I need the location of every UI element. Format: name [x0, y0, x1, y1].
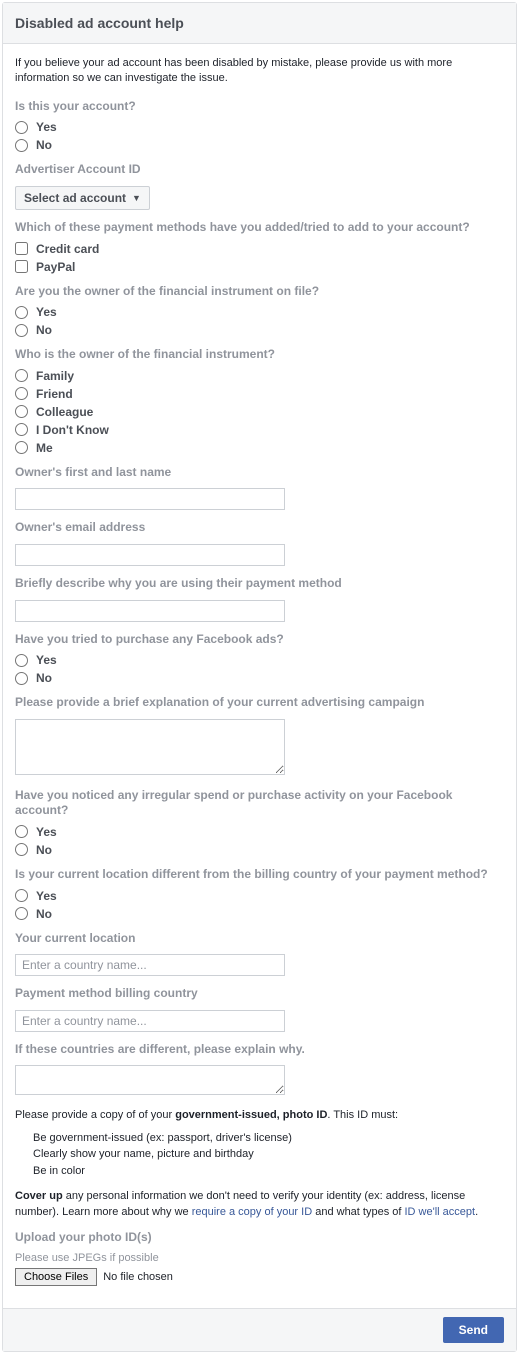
check-row: Credit card — [15, 242, 504, 256]
location-diff-no-radio[interactable] — [15, 907, 28, 920]
radio-row: Family — [15, 369, 504, 383]
is-your-account-no-radio[interactable] — [15, 139, 28, 152]
radio-row: No — [15, 671, 504, 685]
id-accept-link[interactable]: ID we'll accept — [405, 1206, 476, 1218]
who-owner-colleague-radio[interactable] — [15, 405, 28, 418]
card-footer: Send — [3, 1308, 516, 1351]
is-your-account-yes-radio[interactable] — [15, 121, 28, 134]
q-owner-email-label: Owner's email address — [15, 520, 504, 536]
billing-country-input[interactable] — [15, 1010, 285, 1032]
brief-why-input[interactable] — [15, 600, 285, 622]
caret-down-icon: ▼ — [132, 193, 141, 203]
q-advertiser-account-id-label: Advertiser Account ID — [15, 162, 504, 178]
option-label: PayPal — [36, 260, 75, 274]
list-item: Be government-issued (ex: passport, driv… — [33, 1130, 504, 1147]
upload-hint: Please use JPEGs if possible — [15, 1252, 504, 1264]
credit-card-checkbox[interactable] — [15, 242, 28, 255]
card-body: If you believe your ad account has been … — [3, 44, 516, 1308]
brief-campaign-textarea[interactable] — [15, 719, 285, 775]
radio-row: Yes — [15, 120, 504, 134]
who-owner-me-radio[interactable] — [15, 441, 28, 454]
q-owner-fi-label: Are you the owner of the financial instr… — [15, 284, 504, 300]
radio-row: Me — [15, 441, 504, 455]
owner-name-input[interactable] — [15, 488, 285, 510]
card-header: Disabled ad account help — [3, 3, 516, 44]
intro-text: If you believe your ad account has been … — [15, 56, 504, 87]
option-label: Yes — [36, 889, 57, 903]
option-label: No — [36, 323, 52, 337]
radio-row: No — [15, 138, 504, 152]
option-label: No — [36, 138, 52, 152]
choose-files-button[interactable]: Choose Files — [15, 1268, 97, 1286]
option-label: Yes — [36, 825, 57, 839]
option-label: Yes — [36, 653, 57, 667]
q-billing-country-label: Payment method billing country — [15, 986, 504, 1002]
q-owner-name-label: Owner's first and last name — [15, 465, 504, 481]
send-button[interactable]: Send — [443, 1317, 504, 1343]
who-owner-family-radio[interactable] — [15, 369, 28, 382]
radio-row: Colleague — [15, 405, 504, 419]
radio-row: I Don't Know — [15, 423, 504, 437]
coverup-text: Cover up any personal information we don… — [15, 1189, 504, 1220]
radio-row: Yes — [15, 305, 504, 319]
option-label: Colleague — [36, 405, 93, 419]
q-payment-methods-label: Which of these payment methods have you … — [15, 220, 504, 236]
option-label: No — [36, 843, 52, 857]
q-who-owner-label: Who is the owner of the financial instru… — [15, 347, 504, 363]
radio-row: No — [15, 907, 504, 921]
location-diff-yes-radio[interactable] — [15, 889, 28, 902]
owner-email-input[interactable] — [15, 544, 285, 566]
file-input-row: Choose Files No file chosen — [15, 1268, 504, 1286]
require-copy-link[interactable]: require a copy of your ID — [192, 1206, 312, 1218]
tried-purchase-yes-radio[interactable] — [15, 654, 28, 667]
file-status-label: No file chosen — [103, 1271, 173, 1283]
option-label: No — [36, 907, 52, 921]
id-requirements-list: Be government-issued (ex: passport, driv… — [15, 1130, 504, 1180]
radio-row: Yes — [15, 889, 504, 903]
owner-fi-yes-radio[interactable] — [15, 306, 28, 319]
check-row: PayPal — [15, 260, 504, 274]
countries-diff-textarea[interactable] — [15, 1065, 285, 1095]
option-label: No — [36, 671, 52, 685]
option-label: Family — [36, 369, 74, 383]
list-item: Clearly show your name, picture and birt… — [33, 1146, 504, 1163]
tried-purchase-no-radio[interactable] — [15, 672, 28, 685]
page-title: Disabled ad account help — [15, 15, 504, 31]
who-owner-friend-radio[interactable] — [15, 387, 28, 400]
radio-row: Yes — [15, 653, 504, 667]
option-label: Yes — [36, 120, 57, 134]
irregular-spend-yes-radio[interactable] — [15, 825, 28, 838]
q-irregular-spend-label: Have you noticed any irregular spend or … — [15, 788, 504, 819]
radio-row: No — [15, 843, 504, 857]
q-brief-why-label: Briefly describe why you are using their… — [15, 576, 504, 592]
q-tried-purchase-label: Have you tried to purchase any Facebook … — [15, 632, 504, 648]
option-label: Me — [36, 441, 53, 455]
paypal-checkbox[interactable] — [15, 260, 28, 273]
q-brief-campaign-label: Please provide a brief explanation of yo… — [15, 695, 504, 711]
who-owner-dontknow-radio[interactable] — [15, 423, 28, 436]
q-is-your-account-label: Is this your account? — [15, 99, 504, 115]
q-upload-label: Upload your photo ID(s) — [15, 1230, 504, 1246]
irregular-spend-no-radio[interactable] — [15, 843, 28, 856]
q-location-diff-label: Is your current location different from … — [15, 867, 504, 883]
form-card: Disabled ad account help If you believe … — [2, 2, 517, 1352]
q-current-location-label: Your current location — [15, 931, 504, 947]
select-ad-account-dropdown[interactable]: Select ad account ▼ — [15, 186, 150, 210]
list-item: Be in color — [33, 1163, 504, 1180]
option-label: I Don't Know — [36, 423, 109, 437]
owner-fi-no-radio[interactable] — [15, 324, 28, 337]
radio-row: Yes — [15, 825, 504, 839]
radio-row: No — [15, 323, 504, 337]
q-countries-diff-label: If these countries are different, please… — [15, 1042, 504, 1058]
current-location-input[interactable] — [15, 954, 285, 976]
id-intro-text: Please provide a copy of of your governm… — [15, 1108, 504, 1123]
radio-row: Friend — [15, 387, 504, 401]
option-label: Yes — [36, 305, 57, 319]
dropdown-label: Select ad account — [24, 191, 126, 205]
option-label: Credit card — [36, 242, 99, 256]
option-label: Friend — [36, 387, 73, 401]
